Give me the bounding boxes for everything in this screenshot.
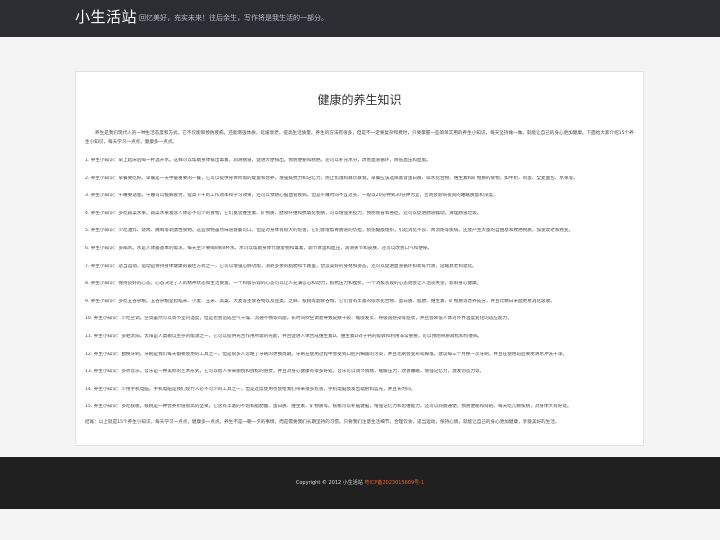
icp-link[interactable]: 粤ICP备2023015609号-1 <box>364 480 424 486</box>
tips-list: 1. 养生小知识：早上起床后喝一杯温开水。这样可以帮助身体排出毒素，润滑肠道，促… <box>85 158 636 422</box>
site-tagline: 回忆美好，充实未来！往后余生，写作将是我生活的一部分。 <box>139 14 328 22</box>
site-footer: Copyright © 2012 小生活站 粤ICP备2023015609号-1 <box>0 457 720 509</box>
tip-item: 1. 养生小知识：早上起床后喝一杯温开水。这样可以帮助身体排出毒素，润滑肠道，促… <box>85 158 431 163</box>
tip-item: 12. 养生小知识：勤换牙刷。牙刷是我们每天都要使用的工具之一，但是很多人忽略了… <box>85 351 567 357</box>
article-intro: 养生是我们现代人的一种生活态度和方式，它不仅能够预防疾病，还能增强体质，延缓衰老… <box>85 131 634 145</box>
site-title[interactable]: 小生活站 <box>75 7 137 27</box>
tip-item: 9. 养生小知识：多吃五谷杂粮。五谷杂粮是指稻米、小麦、玉米、高粱、大麦等主食谷… <box>85 298 555 304</box>
tip-item: 7. 养生小知识：适当运动。运动是保持身体健康的最佳方式之一，它可以增强心肺功能… <box>85 263 477 269</box>
tip-item: 2. 养生小知识：早餐要吃好。早餐是一天中最重要的一餐，它可以提供身体所需的能量… <box>85 175 578 181</box>
tip-item: 5. 养生小知识：少吃油炸、烧烤、腌制等刺激性食物。这些食物虽然味道香脆可口，但… <box>85 228 574 234</box>
tip-item: 10. 养生小知识：少吃空调。空调虽然可以调节室内温度，但是也会造成空气干燥、流… <box>85 316 512 322</box>
article-card: 健康的养生知识 养生是我们现代人的一种生活态度和方式，它不仅能够预防疾病，还能增… <box>75 71 644 446</box>
tip-item: 6. 养生小知识：多喝水。水是人体最基本的需求，每天至少要喝8到8杯水。水可以帮… <box>85 245 433 251</box>
site-header: 小生活站 回忆美好，充实未来！往后余生，写作将是我生活的一部分。 <box>0 0 720 37</box>
tip-item: 13. 养生小知识：多听音乐。音乐是一种美妙的艺术形式，它可以给人带来愉悦和放松… <box>85 369 485 375</box>
tip-item: 8. 养生小知识：保持良好的心态。心态决定了人的精神状态和生活质量。一个积极乐观… <box>85 281 482 287</box>
footer-text: Copyright © 2012 小生活站 粤ICP备2023015609号-1 <box>0 480 720 487</box>
tip-item: 4. 养生小知识：多吃蔬菜水果。蔬菜水果富含人体必不可少的食物，它们富含维生素、… <box>85 210 482 216</box>
copyright-text: Copyright © 2012 小生活站 <box>295 480 363 486</box>
tip-item: 14. 养生小知识：少用手机电脑。手机电脑是我们现代人必不可少的工具之一，但是过… <box>85 386 416 392</box>
tip-item: 11. 养生小知识：多晒太阳。太阳是人类赖以生存的能源之一，它可以提供光合作用所… <box>85 333 483 339</box>
article-title: 健康的养生知识 <box>317 93 402 107</box>
tip-item: 3. 养生小知识：午睡要适量。午睡可以缓解疲劳，提高下午的工作效率和学习效果，还… <box>85 193 498 199</box>
article-conclusion: 结尾：以上就是15个养生小知识，每天学习一点点，健康多一点点。养生不是一朝一夕的… <box>85 420 560 425</box>
